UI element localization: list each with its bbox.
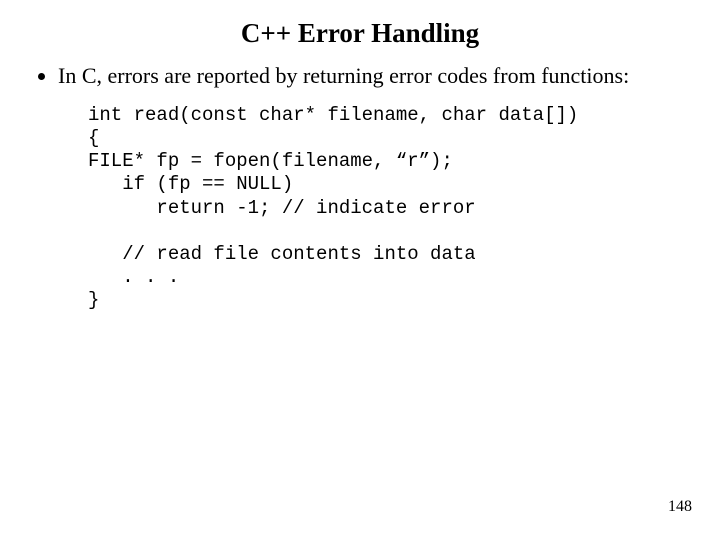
- code-line: // read file contents into data: [88, 243, 476, 265]
- code-line: return -1; // indicate error: [88, 197, 476, 219]
- code-line: {: [88, 127, 99, 149]
- code-line: }: [88, 289, 99, 311]
- code-line: int read(const char* filename, char data…: [88, 104, 578, 126]
- slide: C++ Error Handling In C, errors are repo…: [0, 0, 720, 540]
- slide-title: C++ Error Handling: [40, 18, 680, 49]
- code-line: FILE* fp = fopen(filename, “r”);: [88, 150, 453, 172]
- bullet-list: In C, errors are reported by returning e…: [58, 63, 680, 90]
- page-number: 148: [668, 498, 692, 516]
- code-line: . . .: [88, 266, 179, 288]
- code-line: if (fp == NULL): [88, 173, 293, 195]
- code-block: int read(const char* filename, char data…: [88, 104, 680, 313]
- bullet-item: In C, errors are reported by returning e…: [58, 63, 680, 90]
